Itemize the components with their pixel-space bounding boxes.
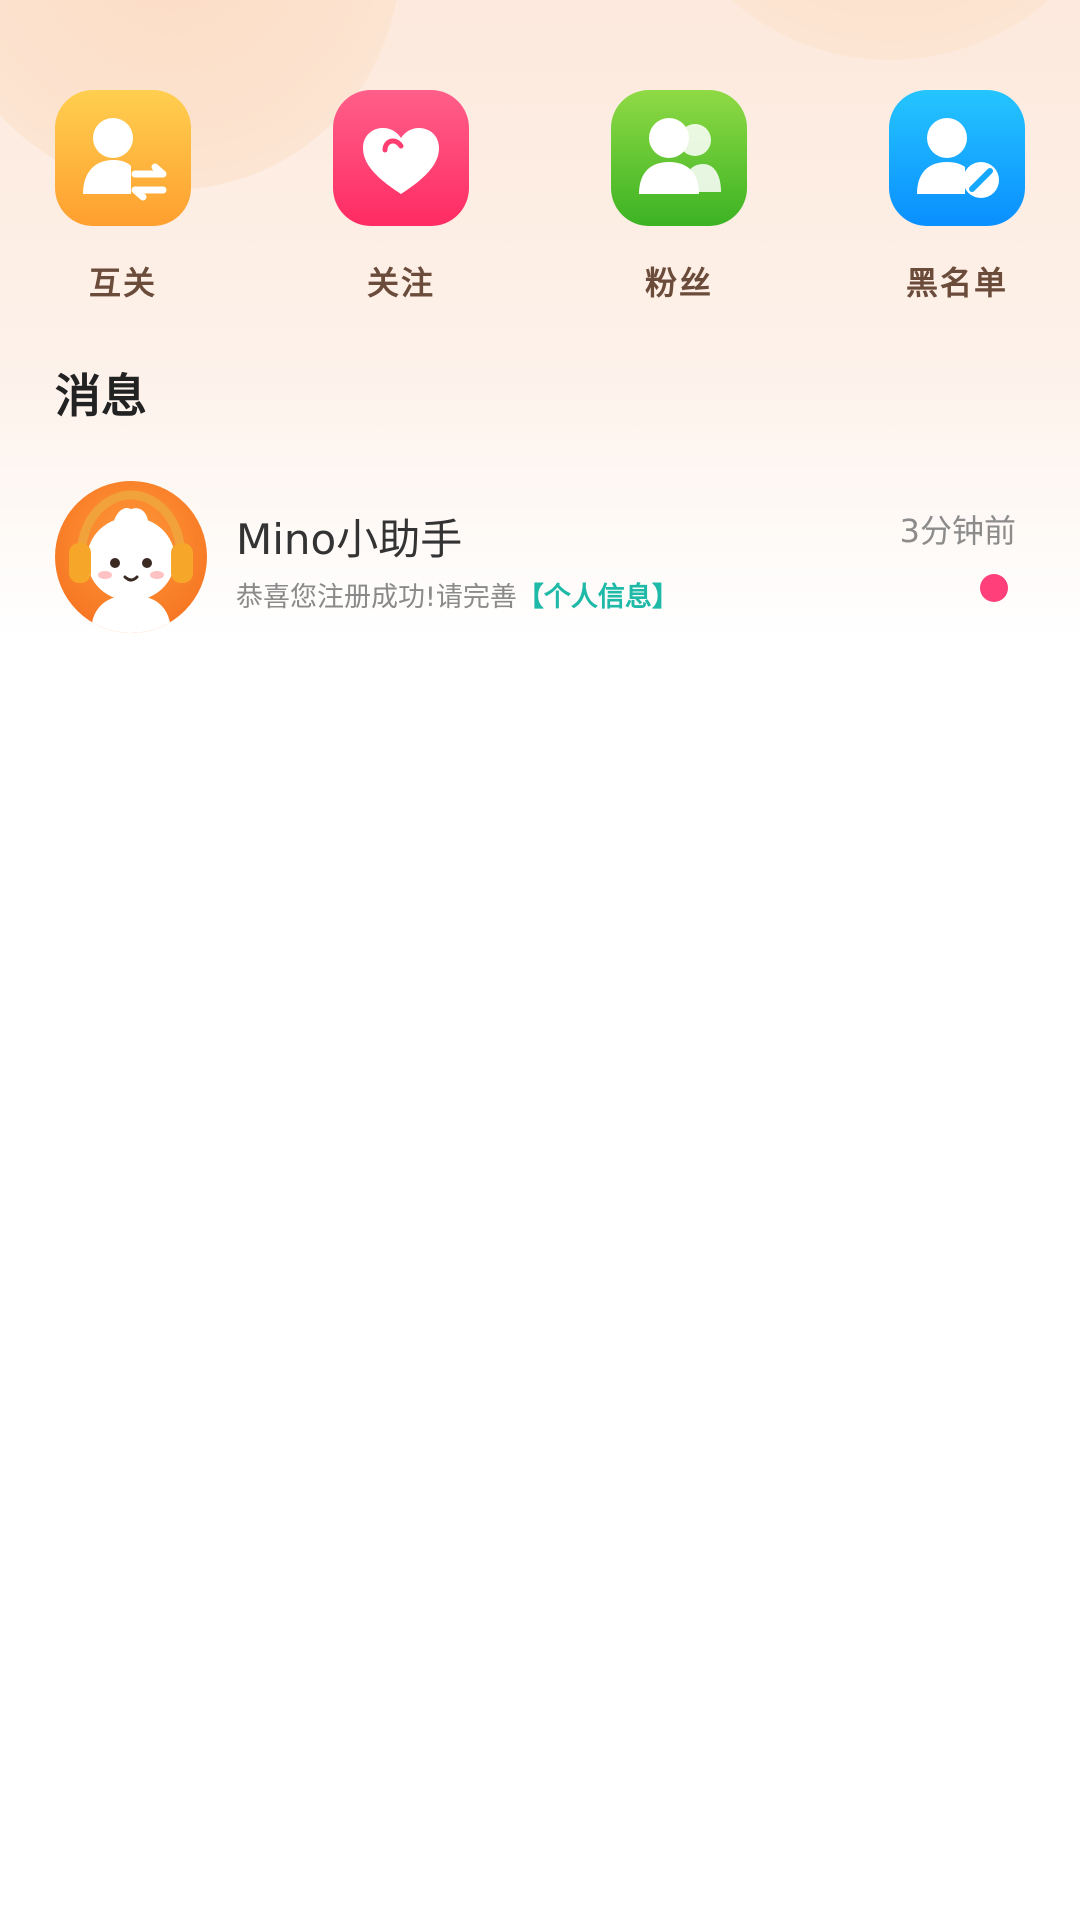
message-timestamp: 3分钟前 [899,512,1016,550]
profile-info-link[interactable]: 【个人信息】 [517,582,679,613]
quick-action-label: 黑名单 [905,264,1008,302]
mutual-follow-icon [83,118,167,201]
quick-action-mutual[interactable]: 互关 [23,90,223,310]
mascot-with-headphones-icon [69,490,193,633]
messages-section-title: 消息 [55,369,147,423]
mutual-follow-tile[interactable] [55,90,191,226]
quick-actions-row: 互关 关注 粉丝 黑名单 [0,90,1080,320]
blacklist-tile[interactable] [889,90,1025,226]
quick-action-following[interactable]: 关注 [301,90,501,310]
fans-tile[interactable] [611,90,747,226]
fans-group-icon [639,118,721,194]
hearts-icon [363,128,439,194]
following-tile[interactable] [333,90,469,226]
blacklist-user-icon [917,118,999,198]
quick-action-fans[interactable]: 粉丝 [579,90,779,310]
message-sender-name: Mino小助手 [236,515,463,564]
message-preview: 恭喜您注册成功!请完善【个人信息】 [236,575,679,614]
quick-action-label: 粉丝 [644,264,713,302]
quick-action-label: 关注 [366,264,435,302]
decorative-circle-right [650,0,1080,60]
quick-action-label: 互关 [88,264,157,302]
quick-action-blacklist[interactable]: 黑名单 [857,90,1057,310]
unread-indicator [980,574,1008,602]
message-list-item[interactable]: Mino小助手 恭喜您注册成功!请完善【个人信息】 3分钟前 [0,476,1080,636]
message-preview-text: 恭喜您注册成功!请完善 [236,582,517,613]
assistant-avatar[interactable] [55,481,207,633]
